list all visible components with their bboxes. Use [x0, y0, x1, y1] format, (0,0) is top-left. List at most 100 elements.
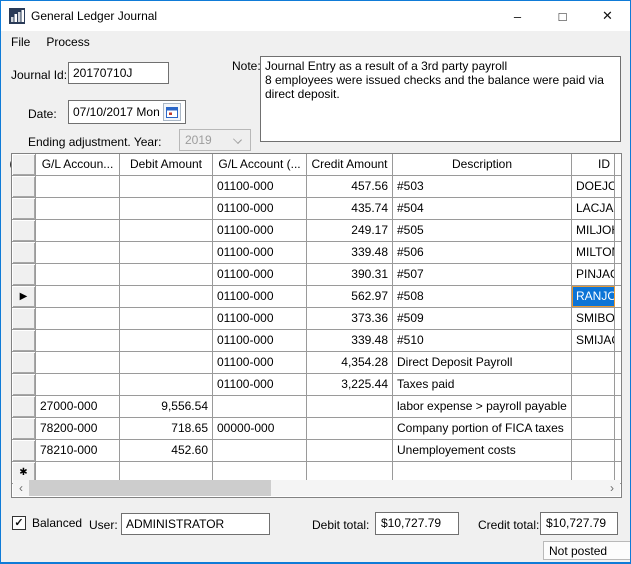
grid-cell[interactable]: 27000-000 — [36, 396, 120, 417]
grid-cell[interactable]: #506 — [393, 242, 572, 263]
grid-cell[interactable]: #505 — [393, 220, 572, 241]
grid-cell[interactable]: 452.60 — [120, 440, 213, 461]
grid-cell[interactable]: Direct Deposit Payroll — [393, 352, 572, 373]
grid-cell[interactable]: SMIJAC — [572, 330, 615, 351]
grid-cell[interactable]: #503 — [393, 176, 572, 197]
grid-cell[interactable] — [36, 220, 120, 241]
grid-cell[interactable]: 01100-000 — [213, 220, 307, 241]
column-header[interactable]: G/L Accoun... — [36, 154, 120, 175]
horizontal-scrollbar[interactable]: ‹ › — [13, 480, 620, 496]
selected-grid-cell[interactable]: RANJOH — [572, 286, 615, 307]
grid-corner-cell[interactable] — [12, 154, 36, 175]
grid-cell[interactable]: 01100-000 — [213, 198, 307, 219]
row-selector[interactable] — [12, 176, 36, 197]
grid-cell[interactable] — [120, 220, 213, 241]
note-textarea[interactable]: Journal Entry as a result of a 3rd party… — [260, 56, 621, 142]
row-selector[interactable] — [12, 242, 36, 263]
row-selector[interactable] — [12, 198, 36, 219]
menu-file[interactable]: File — [3, 33, 38, 51]
date-field[interactable] — [68, 100, 186, 124]
column-header[interactable]: Debit Amount — [120, 154, 213, 175]
grid-cell[interactable] — [572, 418, 615, 439]
row-selector[interactable] — [12, 374, 36, 395]
row-selector[interactable] — [12, 352, 36, 373]
grid-cell[interactable]: Taxes paid — [393, 374, 572, 395]
grid-cell[interactable] — [36, 176, 120, 197]
grid-cell[interactable]: 373.36 — [307, 308, 393, 329]
balanced-checkbox[interactable] — [12, 516, 26, 530]
scrollbar-thumb[interactable] — [29, 480, 271, 496]
grid-cell[interactable] — [120, 286, 213, 307]
minimize-button[interactable]: – — [495, 1, 540, 31]
grid-cell[interactable]: #504 — [393, 198, 572, 219]
grid-cell[interactable]: 01100-000 — [213, 308, 307, 329]
grid-cell[interactable]: 339.48 — [307, 242, 393, 263]
grid-cell[interactable] — [213, 396, 307, 417]
grid-cell[interactable]: #508 — [393, 286, 572, 307]
date-input[interactable] — [73, 105, 161, 119]
year-dropdown[interactable]: 2019 — [179, 129, 251, 151]
grid-cell[interactable]: labor expense > payroll payable — [393, 396, 572, 417]
grid-cell[interactable]: 562.97 — [307, 286, 393, 307]
grid-cell[interactable]: 9,556.54 — [120, 396, 213, 417]
row-selector[interactable] — [12, 418, 36, 439]
row-selector[interactable] — [12, 396, 36, 417]
grid-cell[interactable]: #509 — [393, 308, 572, 329]
grid-cell[interactable]: 4,354.28 — [307, 352, 393, 373]
grid-cell[interactable] — [36, 264, 120, 285]
grid-cell[interactable] — [120, 330, 213, 351]
row-selector[interactable] — [12, 220, 36, 241]
grid-cell[interactable]: 01100-000 — [213, 374, 307, 395]
column-header[interactable]: Credit Amount — [307, 154, 393, 175]
grid-cell[interactable] — [120, 242, 213, 263]
scroll-left-icon[interactable]: ‹ — [13, 480, 29, 496]
grid-cell[interactable]: 01100-000 — [213, 352, 307, 373]
grid-cell[interactable]: 01100-000 — [213, 330, 307, 351]
grid-cell[interactable]: Unemployement costs — [393, 440, 572, 461]
grid-cell[interactable]: LACJAN — [572, 198, 615, 219]
grid-cell[interactable]: #507 — [393, 264, 572, 285]
grid-cell[interactable]: 3,225.44 — [307, 374, 393, 395]
grid-cell[interactable] — [213, 440, 307, 461]
grid-cell[interactable]: 457.56 — [307, 176, 393, 197]
grid-cell[interactable]: 78200-000 — [36, 418, 120, 439]
grid-cell[interactable]: SMIBOB — [572, 308, 615, 329]
grid-cell[interactable] — [120, 264, 213, 285]
row-selector[interactable] — [12, 330, 36, 351]
grid-cell[interactable] — [36, 352, 120, 373]
grid-cell[interactable] — [307, 396, 393, 417]
selected-row-indicator[interactable]: ▶ — [12, 286, 36, 307]
grid-cell[interactable]: DOEJOH — [572, 176, 615, 197]
grid-cell[interactable] — [120, 198, 213, 219]
grid-cell[interactable] — [36, 286, 120, 307]
grid-cell[interactable]: 01100-000 — [213, 286, 307, 307]
grid-cell[interactable]: 339.48 — [307, 330, 393, 351]
grid-cell[interactable]: 718.65 — [120, 418, 213, 439]
grid-cell[interactable] — [572, 440, 615, 461]
maximize-button[interactable]: □ — [540, 1, 585, 31]
grid-cell[interactable] — [36, 374, 120, 395]
grid-cell[interactable] — [120, 176, 213, 197]
close-button[interactable]: ✕ — [585, 1, 630, 31]
grid-cell[interactable]: PINJAC — [572, 264, 615, 285]
calendar-button[interactable] — [163, 103, 181, 121]
grid-cell[interactable] — [36, 330, 120, 351]
grid-cell[interactable] — [307, 418, 393, 439]
grid-cell[interactable] — [120, 308, 213, 329]
menu-process[interactable]: Process — [38, 33, 97, 51]
grid-cell[interactable]: 390.31 — [307, 264, 393, 285]
grid-cell[interactable]: 435.74 — [307, 198, 393, 219]
grid-cell[interactable] — [36, 308, 120, 329]
scroll-right-icon[interactable]: › — [604, 480, 620, 496]
row-selector[interactable] — [12, 264, 36, 285]
column-header[interactable]: ID — [572, 154, 615, 175]
grid-cell[interactable]: MILJOH — [572, 220, 615, 241]
row-selector[interactable] — [12, 440, 36, 461]
grid-cell[interactable] — [36, 242, 120, 263]
grid-cell[interactable] — [572, 352, 615, 373]
grid-cell[interactable]: 01100-000 — [213, 242, 307, 263]
grid-cell[interactable]: Company portion of FICA taxes — [393, 418, 572, 439]
grid-cell[interactable] — [572, 374, 615, 395]
grid-cell[interactable]: 01100-000 — [213, 264, 307, 285]
grid-cell[interactable] — [120, 374, 213, 395]
